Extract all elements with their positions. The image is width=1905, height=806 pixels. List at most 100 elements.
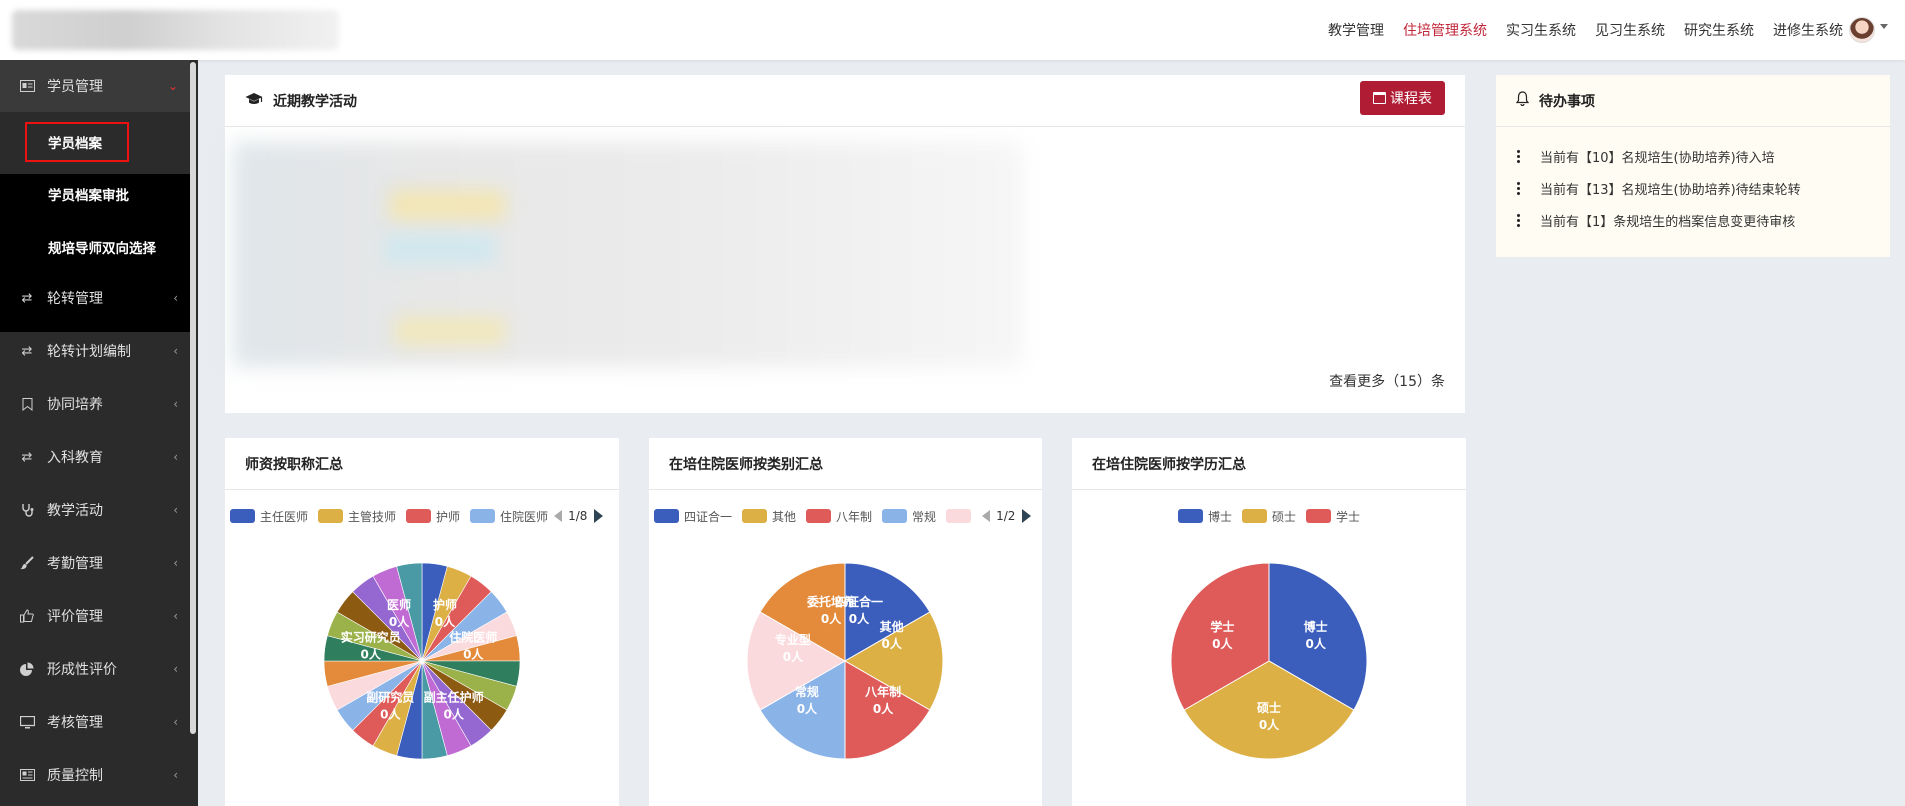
sidebar-item-label: 评价管理 xyxy=(47,609,103,625)
monitor-icon xyxy=(19,714,35,730)
chevron-left-icon: ‹ xyxy=(173,715,178,729)
sidebar-item-quality[interactable]: 质量控制 ‹ xyxy=(0,749,190,801)
slice-value-label: 0人 xyxy=(821,611,842,626)
recent-activity-card: 近期教学活动 课程表 查看更多（15）条 xyxy=(225,75,1465,413)
chevron-down-icon: ⌄ xyxy=(167,79,178,93)
sidebar-item-label: 轮转计划编制 xyxy=(47,344,131,360)
sidebar-item-label: 质量控制 xyxy=(47,768,103,784)
slice-label: 八年制 xyxy=(864,684,901,699)
stethoscope-icon xyxy=(19,502,35,518)
chart-card-category-summary: 在培住院医师按类别汇总 四证合一 其他 八年制 常规 1/2 四证合一 0人 其他 0… xyxy=(649,438,1042,806)
sidebar-item-evaluation[interactable]: 评价管理 ‹ xyxy=(0,590,190,642)
sidebar-item-label: 考勤管理 xyxy=(47,556,103,572)
slice-label: 副研究员 xyxy=(366,690,414,705)
schedule-button[interactable]: 课程表 xyxy=(1360,81,1445,115)
sidebar-item-label: 学员管理 xyxy=(47,79,103,95)
slice-value-label: 0人 xyxy=(463,646,484,661)
todo-item[interactable]: 当前有【13】名规培生(协助培养)待结束轮转 xyxy=(1516,179,1801,198)
topnav-graduate[interactable]: 研究生系统 xyxy=(1684,20,1754,40)
todo-item[interactable]: 当前有【10】名规培生(协助培养)待入培 xyxy=(1516,147,1775,166)
slice-label: 委托培养 xyxy=(806,594,855,609)
calendar-icon xyxy=(1373,92,1386,104)
view-more-link[interactable]: 查看更多（15）条 xyxy=(1329,371,1445,391)
chevron-left-icon: ‹ xyxy=(173,450,178,464)
chevron-left-icon: ‹ xyxy=(173,609,178,623)
todo-text: 当前有【1】条规培生的档案信息变更待审核 xyxy=(1540,215,1796,230)
card-title: 近期教学活动 xyxy=(273,93,357,110)
sidebar-item-label: 协同培养 xyxy=(47,397,103,413)
topnav-teaching[interactable]: 教学管理 xyxy=(1328,20,1384,40)
id-card-icon xyxy=(19,78,35,94)
todo-item[interactable]: 当前有【1】条规培生的档案信息变更待审核 xyxy=(1516,211,1795,230)
kebab-icon xyxy=(1516,182,1520,195)
retweet-icon: ⇄ xyxy=(21,449,33,465)
pie-chart: 博士0人硕士0人学士0人 xyxy=(1170,562,1368,760)
chevron-left-icon: ‹ xyxy=(173,768,178,782)
slice-value-label: 0人 xyxy=(389,614,410,629)
todo-card: 待办事项 当前有【10】名规培生(协助培养)待入培 当前有【13】名规培生(协助… xyxy=(1496,75,1890,257)
sidebar-item-collaborative[interactable]: 协同培养 ‹ xyxy=(0,378,190,430)
blurred-content xyxy=(390,190,505,220)
caret-down-icon[interactable] xyxy=(1880,24,1888,29)
todo-text: 当前有【10】名规培生(协助培养)待入培 xyxy=(1540,151,1775,166)
highlight-box xyxy=(25,122,129,162)
slice-label: 医师 xyxy=(387,597,411,612)
slice-label: 硕士 xyxy=(1257,700,1281,715)
sidebar-item-teaching-activity[interactable]: 教学活动 ‹ xyxy=(0,484,190,536)
sidebar: 学员管理 ⌄ 学员档案 学员档案审批 规培导师双向选择 ⇄ 轮转管理 ‹ ⇄ 轮… xyxy=(0,60,198,806)
sidebar-item-attendance[interactable]: 考勤管理 ‹ xyxy=(0,537,190,589)
sidebar-item-rotation[interactable]: ⇄ 轮转管理 ‹ xyxy=(0,272,190,324)
thumbs-up-icon xyxy=(19,608,35,624)
slice-value-label: 0人 xyxy=(435,614,456,629)
topnav-trainee[interactable]: 见习生系统 xyxy=(1595,20,1665,40)
slice-label: 常规 xyxy=(795,684,819,699)
todo-text: 当前有【13】名规培生(协助培养)待结束轮转 xyxy=(1540,183,1801,198)
chevron-left-icon: ‹ xyxy=(173,397,178,411)
sidebar-item-student-management[interactable]: 学员管理 ⌄ xyxy=(0,60,190,112)
kebab-icon xyxy=(1516,214,1520,227)
sidebar-item-label: 考核管理 xyxy=(47,715,103,731)
sidebar-item-label: 轮转管理 xyxy=(47,291,103,307)
card-header: 近期教学活动 xyxy=(225,75,1465,127)
avatar[interactable] xyxy=(1849,17,1875,43)
slice-label: 住院医师 xyxy=(449,629,497,644)
sidebar-item-formative[interactable]: 形成性评价 ‹ xyxy=(0,643,190,695)
sidebar-item-rotation-plan[interactable]: ⇄ 轮转计划编制 ‹ xyxy=(0,325,190,377)
submenu-mentor-selection[interactable]: 规培导师双向选择 xyxy=(48,237,156,257)
chevron-left-icon: ‹ xyxy=(173,662,178,676)
slice-value-label: 0人 xyxy=(797,701,818,716)
slice-value-label: 0人 xyxy=(849,611,870,626)
sidebar-item-label: 教学活动 xyxy=(47,503,103,519)
top-bar: 教学管理 住培管理系统 实习生系统 见习生系统 研究生系统 进修生系统 xyxy=(0,0,1905,60)
chart-card-title-summary: 师资按职称汇总 主任医师 主管技师 护师 住院医师 1/8 医师 0人 护师 0人 住院… xyxy=(225,438,619,806)
slice-label: 副主任护师 xyxy=(424,690,484,705)
sidebar-item-orientation[interactable]: ⇄ 入科教育 ‹ xyxy=(0,431,190,483)
sidebar-item-label: 入科教育 xyxy=(47,450,103,466)
graduation-cap-icon xyxy=(245,92,263,110)
pie-chart: 医师0人护师0人住院医师0人实习研究员0人副研究员0人副主任护师0人 xyxy=(323,562,521,760)
slice-value-label: 0人 xyxy=(882,636,903,651)
pie-chart-icon xyxy=(19,661,35,677)
sidebar-item-assessment[interactable]: 考核管理 ‹ xyxy=(0,696,190,748)
slice-label: 护师 xyxy=(433,597,457,612)
slice-value-label: 0人 xyxy=(783,649,804,664)
sidebar-scrollbar[interactable] xyxy=(190,62,196,734)
blurred-content xyxy=(233,142,1023,367)
submenu-archive-approval[interactable]: 学员档案审批 xyxy=(48,184,129,204)
topnav-intern[interactable]: 实习生系统 xyxy=(1506,20,1576,40)
bookmark-icon xyxy=(19,396,35,412)
slice-value-label: 0人 xyxy=(361,646,382,661)
slice-label: 专业型 xyxy=(775,632,811,647)
topnav-refresher[interactable]: 进修生系统 xyxy=(1773,20,1843,40)
chevron-left-icon: ‹ xyxy=(173,344,178,358)
topnav-residency[interactable]: 住培管理系统 xyxy=(1403,20,1487,40)
card-header: 待办事项 xyxy=(1496,75,1890,127)
blurred-content xyxy=(385,235,495,263)
slice-value-label: 0人 xyxy=(380,707,401,722)
slice-value-label: 0人 xyxy=(1212,636,1233,651)
blurred-content xyxy=(395,317,505,345)
chevron-left-icon: ‹ xyxy=(173,556,178,570)
slice-label: 其他 xyxy=(880,619,904,634)
top-nav: 教学管理 住培管理系统 实习生系统 见习生系统 研究生系统 进修生系统 xyxy=(1309,0,1843,60)
retweet-icon: ⇄ xyxy=(21,343,33,359)
